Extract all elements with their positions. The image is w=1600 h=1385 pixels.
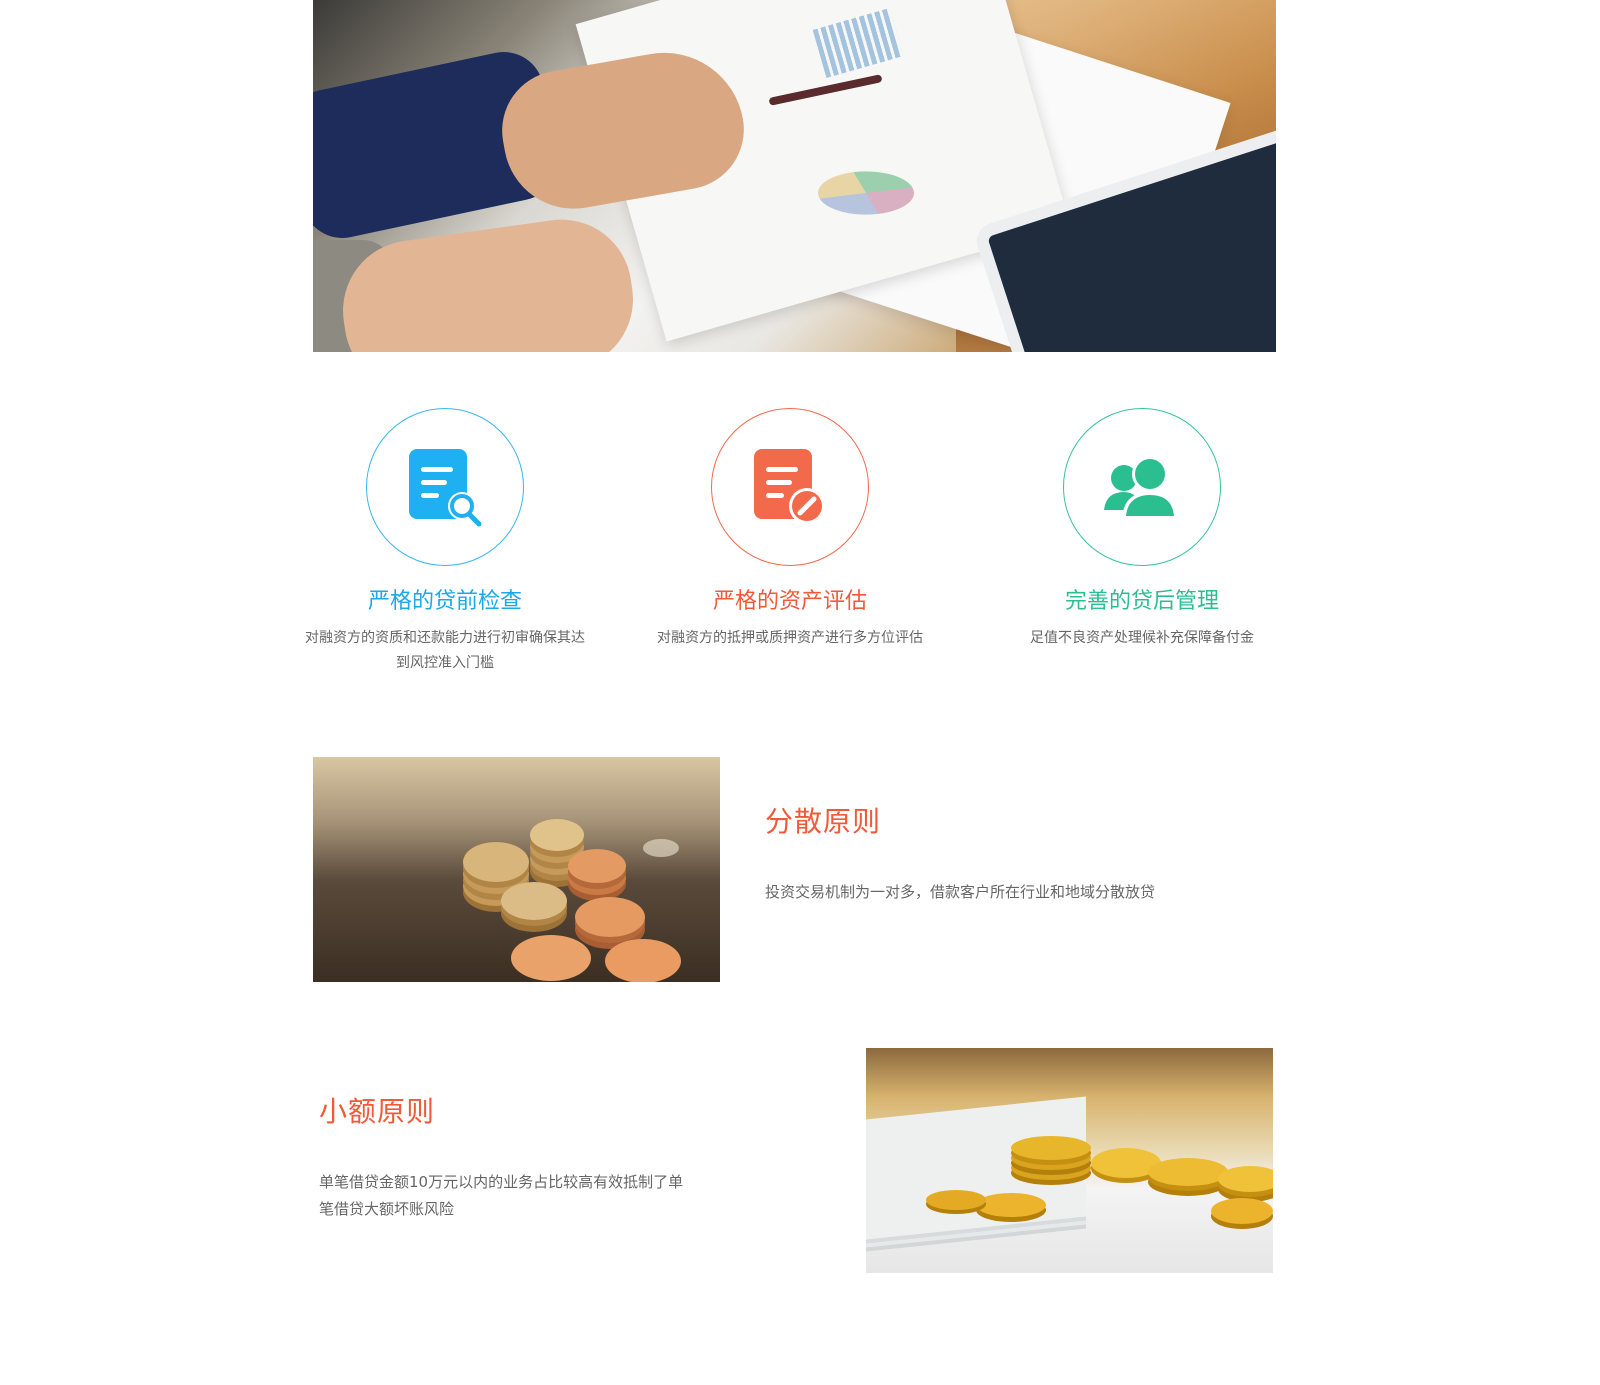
document-edit-icon: [754, 449, 825, 524]
feature-description: 足值不良资产处理候补充保障备付金: [1030, 630, 1254, 646]
principle-title: 小额原则: [319, 1095, 436, 1128]
feature-pre-loan-check: 严格的贷前检查 对融资方的资质和还款能力进行初审确保其达到风控准入门槛: [295, 408, 595, 676]
feature-asset-evaluation: 严格的资产评估 对融资方的抵押或质押资产进行多方位评估: [640, 408, 940, 651]
principle-description: 投资交易机制为一对多，借款客户所在行业和地域分散放贷: [765, 883, 1156, 901]
feature-title: 严格的资产评估: [712, 589, 867, 614]
principle-title: 分散原则: [765, 805, 882, 838]
feature-title: 完善的贷后管理: [1064, 589, 1219, 614]
gold-coins-cash-image: [866, 1048, 1273, 1273]
feature-post-loan-management: 完善的贷后管理 足值不良资产处理候补充保障备付金: [992, 408, 1292, 651]
coin-stacks-image: [313, 757, 720, 982]
feature-description: 对融资方的资质和还款能力进行初审确保其达到风控准入门槛: [305, 630, 585, 671]
feature-icon-circle: [711, 408, 869, 566]
document-search-icon: [409, 449, 482, 527]
feature-description: 对融资方的抵押或质押资产进行多方位评估: [657, 630, 923, 646]
feature-title: 严格的贷前检查: [367, 589, 522, 614]
feature-icon-circle: [366, 408, 524, 566]
users-icon: [1104, 456, 1178, 518]
hero-banner-image: [313, 0, 1276, 352]
principle-description: 单笔借贷金额10万元以内的业务占比较高有效抵制了单笔借贷大额坏账风险: [319, 1173, 684, 1218]
feature-icon-circle: [1063, 408, 1221, 566]
